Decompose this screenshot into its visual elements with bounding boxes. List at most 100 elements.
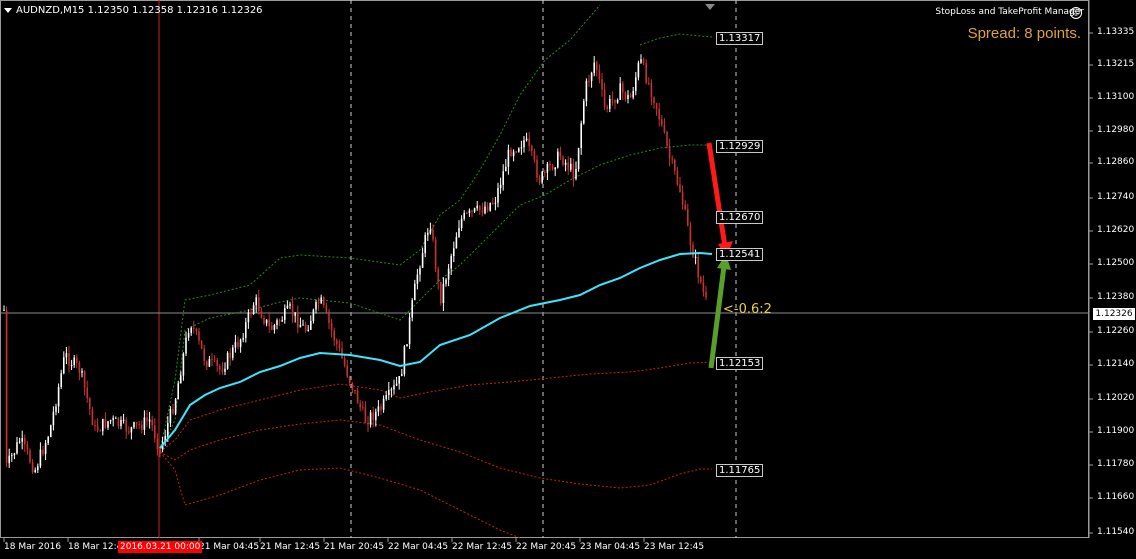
price-axis-label: 1.13335	[1097, 27, 1135, 37]
candle-body	[624, 92, 627, 99]
level-tag-take-profit[interactable]: 1.12153	[716, 357, 764, 370]
candle-body	[427, 232, 429, 235]
candle-body	[5, 309, 8, 464]
candle-body	[629, 95, 632, 98]
candle-body	[65, 353, 68, 358]
candle-body	[541, 171, 543, 183]
candle-body	[601, 79, 603, 90]
candle-body	[689, 225, 692, 245]
candle-body	[206, 361, 208, 367]
candle-body	[671, 158, 673, 160]
candle-body	[252, 305, 255, 315]
candle-body	[434, 239, 437, 269]
candle-body	[559, 151, 562, 157]
candle-body	[193, 327, 195, 329]
candle-body	[549, 163, 551, 166]
candle-body	[546, 163, 549, 173]
candle-body	[187, 333, 190, 338]
time-axis-label: 22 Mar 12:45	[452, 542, 513, 552]
candle-body	[211, 359, 213, 361]
candle-body	[663, 125, 666, 133]
candle-body	[492, 202, 494, 204]
candle-body	[39, 449, 42, 467]
level-tag-upper-band[interactable]: 1.13317	[716, 32, 764, 45]
upper-band-top	[639, 33, 713, 46]
candle-body	[473, 208, 476, 212]
candle-body	[476, 205, 478, 209]
candle-body	[403, 346, 406, 375]
candle-body	[661, 119, 663, 126]
candle-body	[528, 138, 530, 147]
candle-body	[141, 424, 143, 430]
candle-body	[564, 162, 567, 165]
level-tag-stop-loss[interactable]: 1.12929	[716, 140, 764, 153]
candle-body	[245, 322, 247, 338]
candle-body	[151, 419, 153, 426]
candle-body	[239, 339, 242, 348]
smiley-icon[interactable]: ☺	[1070, 7, 1082, 19]
chart-shift-marker[interactable]	[705, 4, 715, 10]
price-axis-label: 1.13215	[1097, 59, 1135, 69]
level-tag-lower-band[interactable]: 1.11765	[716, 464, 764, 477]
candle-body	[588, 80, 590, 82]
candle-body	[247, 312, 250, 323]
candle-body	[627, 95, 629, 99]
candle-body	[533, 151, 536, 160]
candle-body	[81, 371, 83, 373]
candle-body	[24, 438, 26, 445]
candle-body	[614, 99, 616, 103]
chart-window[interactable]: AUDNZD,M15 1.12350 1.12358 1.12316 1.123…	[0, 0, 1136, 559]
candle-body	[575, 168, 577, 179]
candle-body	[291, 304, 294, 316]
candle-body	[315, 301, 317, 310]
candle-body	[666, 132, 668, 146]
price-axis-label: 1.12620	[1097, 225, 1135, 235]
candle-body	[367, 422, 369, 425]
candle-body	[50, 425, 52, 437]
candle-body	[557, 151, 559, 168]
candle-body	[258, 297, 260, 312]
candle-body	[99, 430, 101, 432]
candle-body	[336, 340, 338, 345]
price-axis-label: 1.12140	[1097, 359, 1135, 369]
candle-body	[354, 389, 356, 391]
level-tag-mid-upper[interactable]: 1.12670	[716, 211, 764, 224]
candle-body	[213, 359, 216, 361]
candle-body	[76, 357, 78, 363]
level-tag-moving-average[interactable]: 1.12541	[716, 248, 764, 261]
candle-body	[224, 368, 226, 372]
upper-band-middle	[159, 144, 708, 453]
candle-body	[109, 420, 112, 422]
candle-body	[687, 209, 689, 226]
candle-body	[525, 138, 528, 141]
time-axis-label: 22 Mar 20:45	[516, 542, 577, 552]
candle-body	[520, 147, 523, 149]
candle-body	[320, 297, 322, 304]
candle-body	[447, 268, 450, 280]
candle-body	[226, 352, 229, 369]
candle-body	[372, 412, 374, 421]
candle-body	[125, 419, 127, 432]
price-axis-label: 1.12980	[1097, 125, 1135, 135]
candle-body	[250, 312, 252, 315]
candle-body	[78, 362, 81, 373]
candle-body	[70, 365, 73, 367]
candle-body	[351, 382, 354, 390]
candle-body	[57, 386, 60, 407]
candle-body	[128, 431, 130, 433]
candle-body	[668, 145, 671, 159]
candle-body	[330, 322, 333, 331]
dropdown-triangle-icon[interactable]	[4, 7, 12, 13]
candle-body	[650, 83, 653, 98]
candle-body	[455, 237, 458, 249]
price-chart[interactable]	[0, 0, 1136, 559]
candle-body	[580, 123, 582, 148]
candle-body	[554, 167, 556, 170]
candle-body	[117, 417, 120, 426]
candle-body	[263, 317, 265, 324]
candle-body	[518, 148, 520, 152]
candle-body	[133, 422, 135, 428]
candle-body	[289, 304, 291, 306]
candle-body	[364, 407, 367, 423]
candle-body	[567, 162, 569, 170]
